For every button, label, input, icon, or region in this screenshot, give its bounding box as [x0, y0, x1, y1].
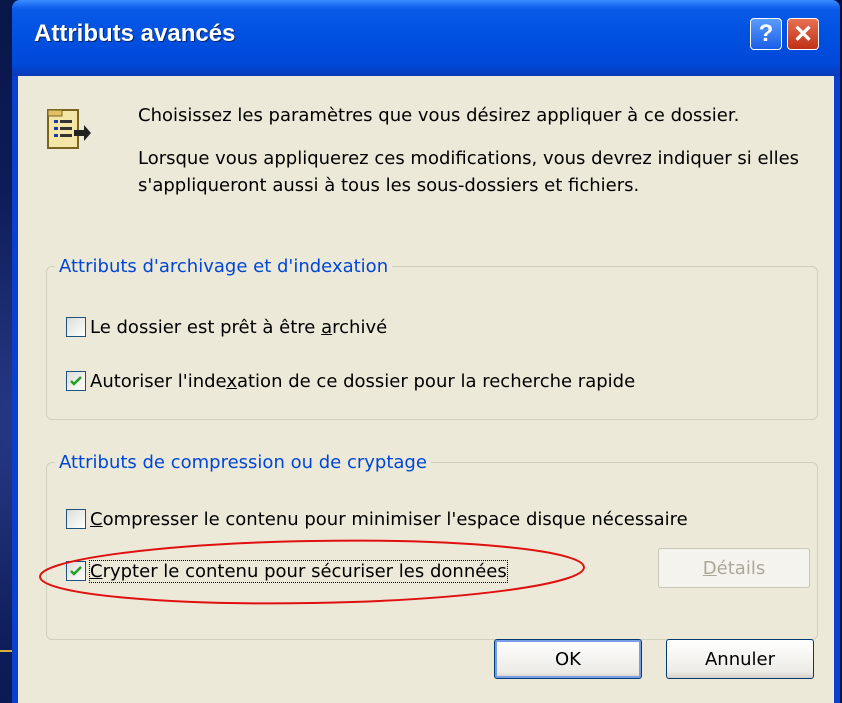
- red-highlight-ellipse: [39, 539, 585, 605]
